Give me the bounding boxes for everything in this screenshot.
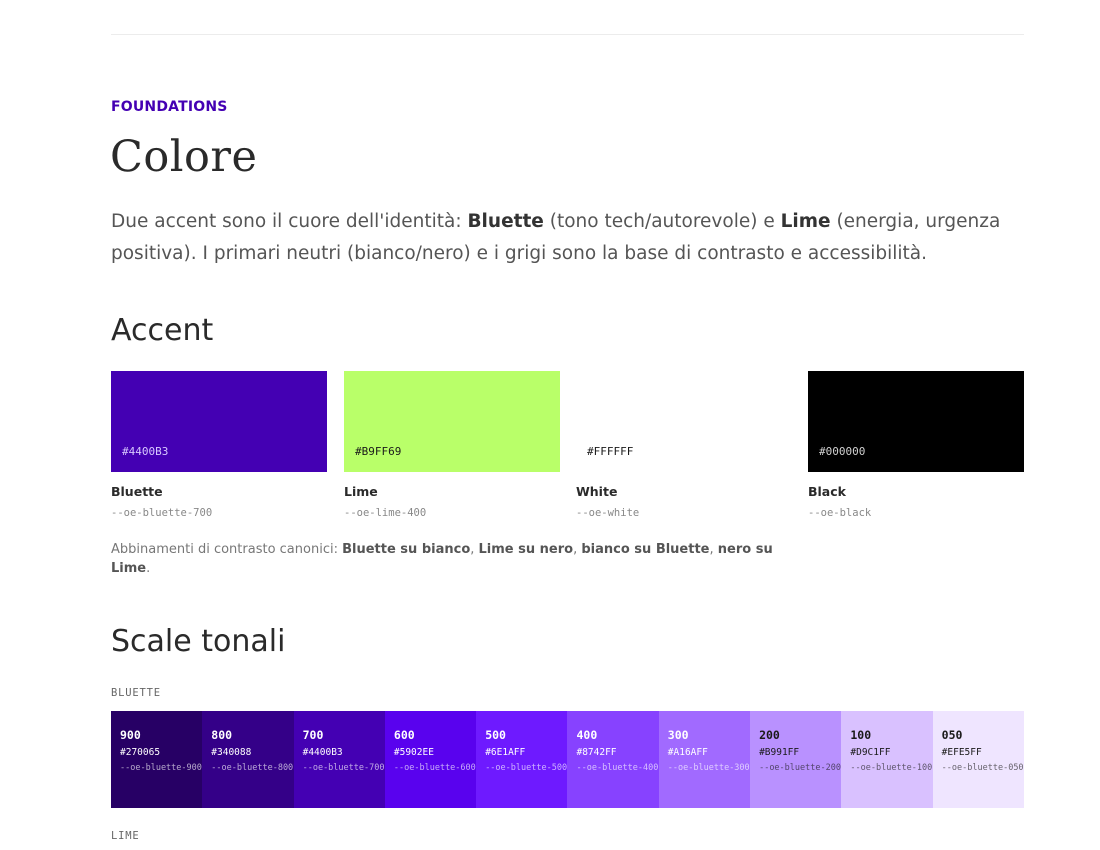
swatch-token: --oe-black [808,507,872,519]
scale-hex: #6E1AFF [485,747,526,758]
swatch-token: --oe-bluette-700 [111,507,213,519]
scale-hex: #B991FF [759,747,800,758]
bluette-scale-row: 900 #270065 --oe-bluette-900 800 #340088 --oe… [111,711,1024,808]
scale-token: --oe-bluette-600 [393,763,476,773]
section-eyebrow: FOUNDATIONS [111,99,228,115]
scale-token: --oe-bluette-900 [120,763,202,773]
color-swatch-black: #000000 [808,371,1024,472]
bluette-scale-label: BLUETTE [111,687,161,699]
scale-step-bluette-100: 100 #D9C1FF --oe-bluette-100 [841,711,933,808]
color-swatch-lime: #B9FF69 [344,371,560,472]
scale-hex: #5902EE [393,747,434,758]
scale-token: --oe-bluette-050 [941,763,1024,773]
scale-token: --oe-bluette-400 [576,763,659,773]
swatch-token: --oe-lime-400 [344,507,427,519]
scale-hex: #A16AFF [667,747,708,758]
swatch-token: --oe-white [576,507,640,519]
scale-token: --oe-bluette-800 [211,763,294,773]
scale-hex: #8742FF [576,747,617,758]
scale-level: 300 [667,728,689,742]
scale-token: --oe-bluette-200 [759,763,841,773]
scale-step-bluette-050: 050 #EFE5FF --oe-bluette-050 [932,711,1024,808]
top-divider [111,34,1024,35]
swatch-name: Bluette [111,484,163,499]
accent-heading: Accent [111,313,214,348]
lime-scale-label: LIME [111,830,140,842]
tonal-scales-heading: Scale tonali [111,624,286,659]
scale-hex: #270065 [120,747,161,758]
scale-level: 400 [576,728,598,742]
intro-paragraph: Due accent sono il cuore dell'identità: … [111,211,1001,264]
color-swatch-white: #FFFFFF [576,371,792,472]
scale-token: --oe-bluette-100 [850,763,933,773]
swatch-name: Black [808,484,846,499]
swatch-name: Lime [344,484,378,499]
scale-level: 800 [211,728,233,742]
page-title: Colore [110,132,258,182]
swatch-hex: #000000 [819,445,866,458]
swatch-name: White [576,484,618,499]
scale-hex: #4400B3 [302,747,343,758]
scale-level: 050 [941,728,963,742]
color-swatch-bluette: #4400B3 [111,371,327,472]
scale-step-bluette-200: 200 #B991FF --oe-bluette-200 [750,711,842,808]
scale-step-bluette-700: 700 #4400B3 --oe-bluette-700 [293,711,385,808]
scale-step-bluette-900: 900 #270065 --oe-bluette-900 [111,711,203,808]
scale-level: 500 [485,728,506,742]
scale-step-bluette-400: 400 #8742FF --oe-bluette-400 [567,711,659,808]
scale-hex: #EFE5FF [941,747,982,758]
scale-level: 700 [302,728,324,742]
scale-token: --oe-bluette-700 [302,763,385,773]
scale-hex: #D9C1FF [850,747,891,758]
scale-level: 200 [759,728,780,742]
scale-step-bluette-500: 500 #6E1AFF --oe-bluette-500 [476,711,568,808]
swatch-hex: #B9FF69 [355,445,402,458]
swatch-hex: #4400B3 [122,445,169,458]
scale-step-bluette-800: 800 #340088 --oe-bluette-800 [202,711,294,808]
scale-level: 900 [120,728,141,742]
swatch-hex: #FFFFFF [587,445,634,458]
scale-token: --oe-bluette-500 [485,763,568,773]
contrast-pairs-note: Abbinamenti di contrasto canonici: Bluet… [111,542,773,576]
scale-level: 100 [850,728,872,742]
scale-level: 600 [393,728,415,742]
scale-token: --oe-bluette-300 [667,763,750,773]
scale-step-bluette-600: 600 #5902EE --oe-bluette-600 [384,711,477,808]
scale-hex: #340088 [211,747,252,758]
scale-step-bluette-300: 300 #A16AFF --oe-bluette-300 [658,711,751,808]
